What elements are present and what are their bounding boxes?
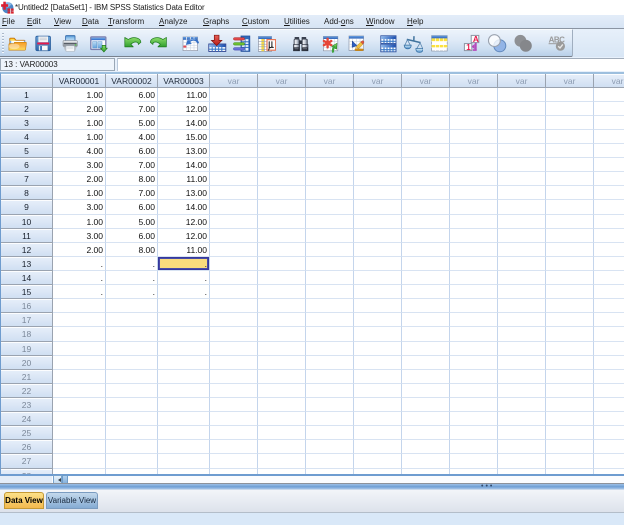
svg-text:1: 1 — [466, 42, 471, 51]
svg-text:A: A — [473, 34, 479, 43]
